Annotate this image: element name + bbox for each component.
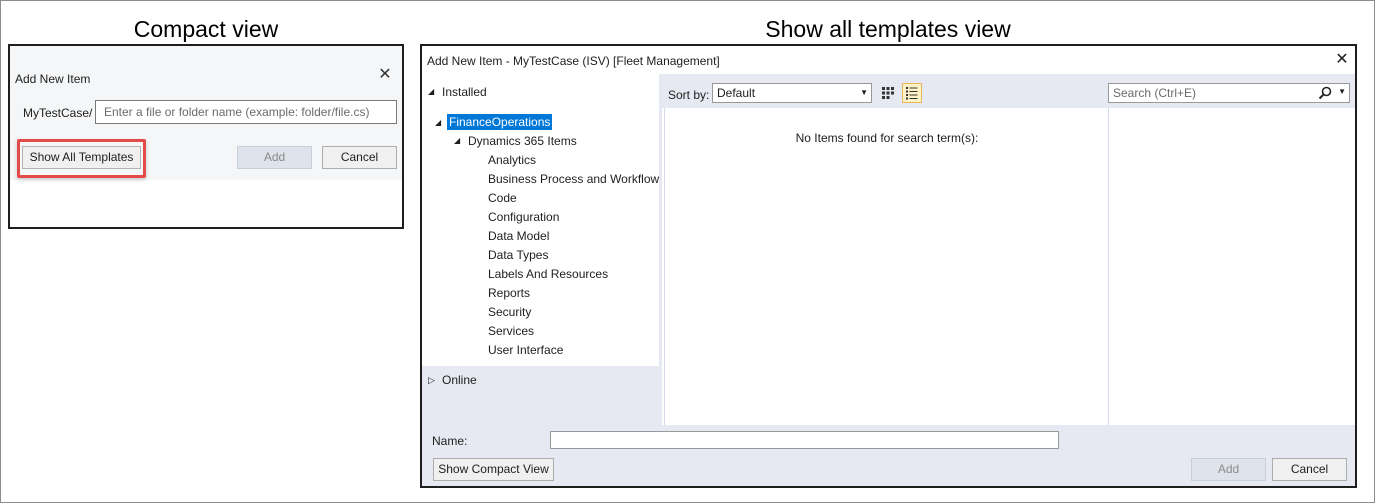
template-category-pane: ◢ Installed ◢ FinanceOperations ◢ Dynami… [422,74,662,425]
file-name-input[interactable] [95,100,397,124]
sort-by-value: Default [717,86,756,100]
tree-node-business-process[interactable]: Business Process and Workflow [488,172,659,186]
category-tree: ◢ Installed ◢ FinanceOperations ◢ Dynami… [422,74,659,366]
full-view-caption: Show all templates view [765,16,1011,42]
tree-node-analytics[interactable]: Analytics [488,153,536,167]
dialog-titlebar: Add New Item - MyTestCase (ISV) [Fleet M… [422,46,1355,74]
tree-node-data-types[interactable]: Data Types [488,248,548,262]
template-toolbar: Sort by: Default ▼ Search (Ctrl+E) ▼ [662,74,1355,108]
expand-down-icon[interactable]: ◢ [428,87,434,96]
search-icon[interactable] [1317,85,1333,101]
tree-node-security[interactable]: Security [488,305,531,319]
path-prefix-label: MyTestCase/ [23,106,93,120]
template-list-pane: No Items found for search term(s): [664,108,1108,425]
expand-right-icon[interactable]: ▷ [428,375,435,386]
template-details-pane [1108,108,1355,425]
search-box[interactable]: ▼ [1108,83,1350,103]
no-items-message: No Items found for search term(s): [795,131,979,145]
compact-dialog-panel: Add New Item ✕ MyTestCase/ Show All Temp… [10,46,402,180]
small-icons-view-button[interactable] [878,83,898,103]
expand-down-icon[interactable]: ◢ [435,118,441,127]
name-label: Name: [432,434,468,448]
grid-view-icon [882,87,894,99]
sort-by-label: Sort by: [668,88,710,102]
list-view-button[interactable] [902,83,922,103]
expand-down-icon[interactable]: ◢ [454,136,460,145]
dialog-title: Add New Item [15,72,91,86]
compact-add-new-item-dialog: Add New Item ✕ MyTestCase/ Show All Temp… [8,44,404,229]
tree-node-label: Installed [442,85,487,99]
cancel-button[interactable]: Cancel [322,146,397,169]
dialog-footer: Name: Show Compact View Add Cancel [422,425,1355,486]
dialog-title: Add New Item - MyTestCase (ISV) [Fleet M… [427,54,720,68]
tree-node-labels-resources[interactable]: Labels And Resources [488,267,608,281]
compact-view-caption: Compact view [133,16,279,42]
tree-node-label: Dynamics 365 Items [468,134,577,148]
add-button[interactable]: Add [1191,458,1266,481]
close-icon[interactable]: ✕ [376,66,394,84]
full-add-new-item-dialog: Add New Item - MyTestCase (ISV) [Fleet M… [420,44,1357,488]
add-button[interactable]: Add [237,146,312,169]
list-view-icon [906,87,918,100]
search-input[interactable] [1109,84,1319,102]
chevron-down-icon: ▼ [860,88,868,97]
tree-node-data-model[interactable]: Data Model [488,229,549,243]
tree-node-label: FinanceOperations [447,114,553,130]
tree-node-configuration[interactable]: Configuration [488,210,559,224]
search-options-chevron-icon[interactable]: ▼ [1338,87,1346,96]
show-compact-view-button[interactable]: Show Compact View [433,458,554,481]
sort-by-dropdown[interactable]: Default ▼ [712,83,872,103]
tree-node-code[interactable]: Code [488,191,517,205]
name-input[interactable] [550,431,1059,449]
show-all-templates-button[interactable]: Show All Templates [22,146,141,169]
tree-node-services[interactable]: Services [488,324,534,338]
tree-node-reports[interactable]: Reports [488,286,530,300]
close-icon[interactable]: ✕ [1334,51,1350,69]
tree-node-label: Online [442,373,477,387]
cancel-button[interactable]: Cancel [1272,458,1347,481]
tree-node-user-interface[interactable]: User Interface [488,343,563,357]
